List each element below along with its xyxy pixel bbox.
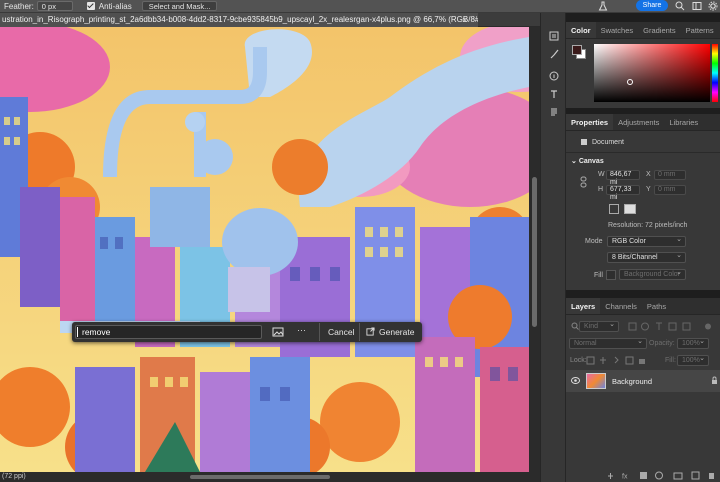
generate-icon xyxy=(366,327,375,336)
fill-input[interactable]: 100% xyxy=(677,354,709,366)
hue-slider[interactable] xyxy=(712,44,718,102)
more-options-button[interactable]: ··· xyxy=(297,325,306,335)
feather-label: Feather: xyxy=(4,1,34,11)
document-icon xyxy=(581,139,587,145)
tab-libraries[interactable]: Libraries xyxy=(664,114,703,130)
gear-icon[interactable] xyxy=(708,1,718,11)
layer-filter-dropdown[interactable]: Kind xyxy=(579,320,619,332)
tab-layers[interactable]: Layers xyxy=(566,298,601,314)
document-tab-title: ustration_in_Risograph_printing_st_2a6db… xyxy=(2,15,478,24)
mode-dropdown[interactable]: RGB Color xyxy=(607,235,686,247)
width-label: W xyxy=(598,171,605,178)
cancel-button[interactable]: Cancel xyxy=(328,327,354,337)
feather-input[interactable]: 0 px xyxy=(36,1,73,11)
divider xyxy=(566,152,720,153)
panel-icon-strip xyxy=(540,13,566,482)
x-label: X xyxy=(646,171,651,178)
blend-mode-dropdown[interactable]: Normal xyxy=(569,337,647,349)
search-icon xyxy=(571,322,579,330)
color-panel: Color Swatches Gradients Patterns xyxy=(566,22,720,108)
image-reference-icon[interactable] xyxy=(272,326,284,338)
portrait-orientation-button[interactable] xyxy=(609,204,619,214)
y-input[interactable]: 0 mm xyxy=(654,185,686,195)
color-panel-tabs: Color Swatches Gradients Patterns xyxy=(566,22,720,39)
tab-adjustments[interactable]: Adjustments xyxy=(613,114,664,130)
tab-color[interactable]: Color xyxy=(566,22,596,38)
generative-fill-bar: remove ··· Cancel Generate xyxy=(72,322,422,342)
horizontal-scrollbar[interactable] xyxy=(0,472,540,482)
mode-label: Mode xyxy=(585,238,603,245)
document-canvas[interactable] xyxy=(0,27,529,472)
vertical-scrollbar[interactable] xyxy=(529,27,540,472)
tab-swatches[interactable]: Swatches xyxy=(596,22,639,38)
artwork-image xyxy=(0,27,529,472)
color-picker-handle[interactable] xyxy=(627,79,633,85)
divider xyxy=(319,323,320,341)
tab-properties[interactable]: Properties xyxy=(566,114,614,130)
workspace-icon[interactable] xyxy=(692,1,702,11)
tab-paths[interactable]: Paths xyxy=(642,298,671,314)
antialias-label: Anti-alias xyxy=(98,1,132,11)
document-tab[interactable]: ustration_in_Risograph_printing_st_2a6db… xyxy=(0,13,478,27)
status-bar-text: (72 ppi) xyxy=(2,473,26,480)
scroll-thumb[interactable] xyxy=(190,475,330,479)
link-icon[interactable] xyxy=(580,176,587,188)
document-label: Document xyxy=(592,139,624,146)
history-icon[interactable] xyxy=(549,31,559,41)
opacity-label: Opacity: xyxy=(649,340,675,347)
layer-name[interactable]: Background xyxy=(612,377,652,386)
landscape-orientation-button[interactable] xyxy=(624,204,636,214)
lock-label: Lock: xyxy=(570,357,587,364)
height-input[interactable]: 677,33 mi xyxy=(606,185,640,201)
lock-icon xyxy=(712,376,717,384)
x-input[interactable]: 0 mm xyxy=(654,170,686,180)
properties-panel-tabs: Properties Adjustments Libraries xyxy=(566,114,720,131)
layer-row-background[interactable]: Background xyxy=(566,370,720,392)
fill-label: Fill: xyxy=(665,357,676,364)
width-input[interactable]: 846,67 mi xyxy=(606,170,640,186)
antialias-checkbox[interactable] xyxy=(86,2,95,10)
scroll-thumb[interactable] xyxy=(532,177,537,327)
height-label: H xyxy=(598,186,604,193)
generative-prompt-input[interactable]: remove xyxy=(75,325,262,339)
bit-depth-dropdown[interactable]: 8 Bits/Channel xyxy=(607,251,686,263)
resolution-text: Resolution: 72 pixels/inch xyxy=(608,222,688,229)
type-icon[interactable] xyxy=(549,89,559,99)
select-and-mask-button[interactable]: Select and Mask... xyxy=(141,1,218,11)
properties-panel: Properties Adjustments Libraries Documen… xyxy=(566,114,720,290)
options-bar: Feather: 0 px Anti-alias Select and Mask… xyxy=(0,0,720,13)
fill-dropdown[interactable]: Background Color xyxy=(619,268,686,280)
tab-gradients[interactable]: Gradients xyxy=(638,22,681,38)
layers-panel: Layers Channels Paths Kind Normal Opacit… xyxy=(566,298,720,482)
foreground-color-swatch[interactable] xyxy=(572,45,582,55)
layers-footer-icons[interactable]: fx xyxy=(606,471,716,480)
canvas-heading: Canvas xyxy=(578,158,604,165)
document-tab-bar: ustration_in_Risograph_printing_st_2a6db… xyxy=(0,13,540,27)
search-icon[interactable] xyxy=(675,1,685,11)
tab-patterns[interactable]: Patterns xyxy=(681,22,719,38)
eye-icon[interactable] xyxy=(571,377,580,384)
generate-button[interactable]: Generate xyxy=(379,327,414,337)
flask-icon[interactable] xyxy=(598,1,608,11)
fill-swatch[interactable] xyxy=(606,270,616,280)
divider xyxy=(359,323,360,341)
svg-text:fx: fx xyxy=(622,474,628,481)
y-label: Y xyxy=(646,186,651,193)
share-button[interactable]: Share xyxy=(636,0,668,11)
lock-icons[interactable] xyxy=(586,356,648,365)
layer-filter-icons[interactable] xyxy=(628,322,714,331)
close-tab-icon[interactable]: × xyxy=(462,13,474,27)
info-icon[interactable] xyxy=(549,71,559,81)
layer-thumbnail xyxy=(586,373,606,389)
canvas-section-heading[interactable]: ⌄ Canvas xyxy=(571,157,604,165)
brush-icon[interactable] xyxy=(549,49,559,59)
color-picker-field[interactable] xyxy=(594,44,710,102)
paragraph-icon[interactable] xyxy=(549,107,559,117)
tab-channels[interactable]: Channels xyxy=(600,298,642,314)
layers-panel-tabs: Layers Channels Paths xyxy=(566,298,720,315)
opacity-input[interactable]: 100% xyxy=(677,337,709,349)
fill-label: Fill xyxy=(594,272,603,279)
